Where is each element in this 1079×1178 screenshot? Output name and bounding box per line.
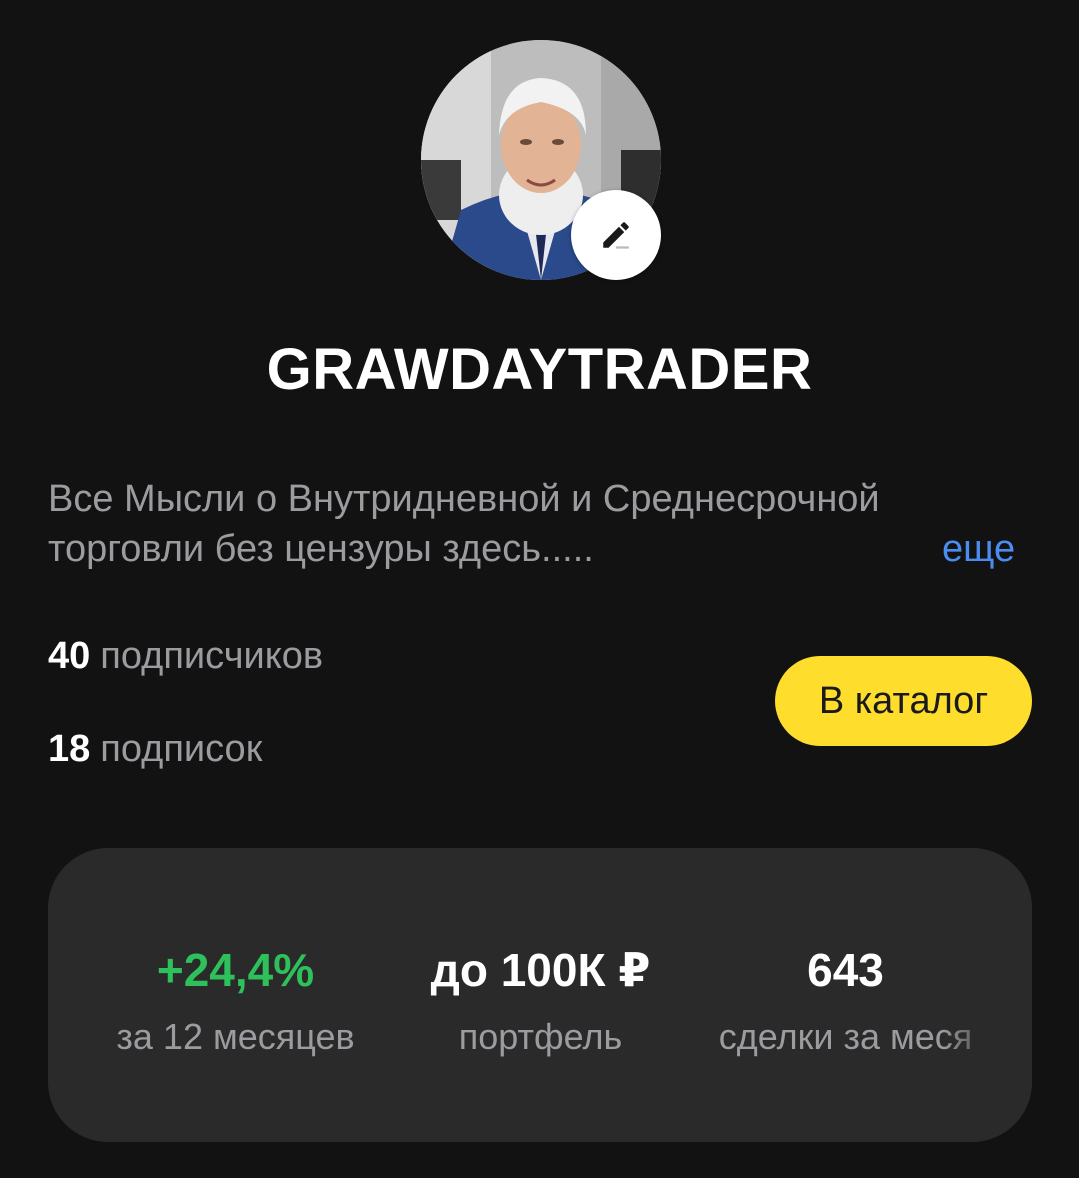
followers-count[interactable]: 40 подписчиков <box>48 635 323 678</box>
stat-trades-label: сделки за меся <box>718 1016 973 1057</box>
stat-trades-value: 643 <box>807 944 884 996</box>
followers-number: 40 <box>48 635 91 677</box>
stat-trades[interactable]: 643 сделки за меся <box>708 848 983 1142</box>
edit-avatar-button[interactable] <box>571 190 661 280</box>
following-number: 18 <box>48 728 91 770</box>
profile-description: Все Мысли о Внутридневной и Среднесрочно… <box>48 478 880 570</box>
stat-portfolio-label: портфель <box>458 1016 623 1057</box>
following-label: подписок <box>100 728 263 770</box>
followers-label: подписчиков <box>100 635 324 677</box>
stat-yield-value: +24,4% <box>156 944 315 996</box>
avatar-container <box>421 40 661 280</box>
stat-portfolio-value: до 100К ₽ <box>430 944 651 996</box>
profile-username: GRAWDAYTRADER <box>266 337 813 402</box>
show-more-link[interactable]: еще <box>942 524 1015 574</box>
following-count[interactable]: 18 подписок <box>48 728 262 771</box>
stats-card: +24,4% за 12 месяцев до 100К ₽ портфель … <box>48 848 1032 1142</box>
stat-yield[interactable]: +24,4% за 12 месяцев <box>98 848 373 1142</box>
catalog-button[interactable]: В каталог <box>775 656 1032 746</box>
pencil-icon <box>603 222 629 249</box>
stat-yield-label: за 12 месяцев <box>116 1016 355 1057</box>
stat-portfolio[interactable]: до 100К ₽ портфель <box>403 848 678 1142</box>
